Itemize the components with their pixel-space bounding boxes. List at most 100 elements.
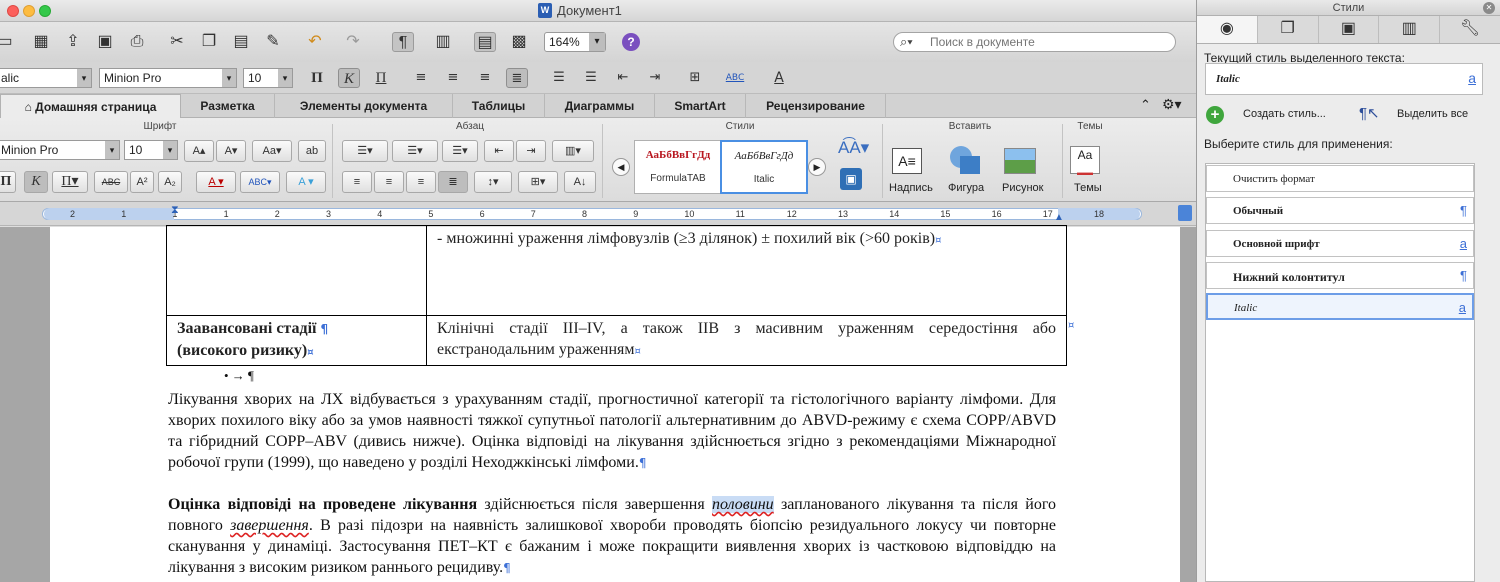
ribbon-bold-button[interactable]: П — [0, 171, 16, 193]
ribbon-justify-button[interactable]: ≣ — [438, 171, 468, 193]
font-color-icon[interactable]: A — [768, 68, 790, 88]
table-cell[interactable]: Заавансовані стадії ¶ (високого ризику)¤ — [166, 315, 427, 366]
insert-textbox-button[interactable]: Надпись — [889, 182, 933, 194]
right-indent-icon[interactable]: ▲ — [1054, 212, 1064, 223]
superscript-button[interactable]: A² — [130, 171, 154, 193]
shrink-font-button[interactable]: A▾ — [216, 140, 246, 162]
zoom-window-button[interactable] — [39, 5, 51, 17]
borders-icon[interactable]: ⊞ — [684, 68, 706, 88]
italic-button[interactable]: К — [338, 68, 360, 88]
strikethrough-button[interactable]: ABC — [94, 171, 128, 193]
sidebar-icon[interactable]: ▤ — [474, 32, 496, 52]
collapse-ribbon-icon[interactable]: ⌃ — [1140, 97, 1151, 113]
textbox-icon[interactable]: A≡ — [892, 148, 922, 174]
tab-home[interactable]: ⌂ Домашняя страница — [0, 94, 181, 119]
ribbon-bullets-button[interactable]: ☰▾ — [342, 140, 388, 162]
ribbon-font-combo[interactable]: Minion Pro ▾ — [0, 140, 120, 160]
tab-review[interactable]: Рецензирование — [746, 94, 886, 118]
grow-font-button[interactable]: A▴ — [184, 140, 214, 162]
style-gallery-italic[interactable]: АаБбВвГгДд Italic — [720, 140, 808, 194]
tab-media-icon[interactable]: ▣ — [1319, 16, 1380, 43]
ribbon-align-left-button[interactable]: ≡ — [342, 171, 372, 193]
media-browser-icon[interactable]: ▩ — [508, 32, 530, 52]
ribbon-size-combo[interactable]: 10 ▾ — [124, 140, 178, 160]
style-item-clear-format[interactable]: Очистить формат — [1206, 165, 1474, 192]
ribbon-indent-button[interactable]: ⇥ — [516, 140, 546, 162]
ribbon-outdent-button[interactable]: ⇤ — [484, 140, 514, 162]
style-item-default-font[interactable]: Основной шрифт a — [1206, 230, 1474, 257]
minimize-window-button[interactable] — [23, 5, 35, 17]
selected-word[interactable]: половини — [712, 496, 774, 513]
align-right-icon[interactable]: ≡ — [474, 68, 496, 88]
insert-shape-button[interactable]: Фигура — [948, 182, 984, 194]
gear-icon[interactable]: ⚙▾ — [1162, 96, 1182, 113]
underline-button[interactable]: П — [370, 68, 392, 88]
themes-button[interactable]: Темы — [1074, 182, 1102, 194]
align-left-icon[interactable]: ≡ — [410, 68, 432, 88]
paste-icon[interactable]: ▤ — [230, 32, 252, 52]
indent-marker-icon[interactable]: ⧗ — [171, 204, 179, 217]
search-input[interactable] — [930, 34, 1170, 50]
show-formatting-icon[interactable]: ¶ — [392, 32, 414, 52]
highlight-button[interactable]: ABC▾ — [240, 171, 280, 193]
tab-styles-icon[interactable]: ◉ — [1197, 16, 1258, 43]
view-layout-icon[interactable]: ▥ — [432, 32, 454, 52]
ribbon-underline-button[interactable]: П▾ — [52, 171, 88, 193]
style-combo[interactable]: alic ▾ — [0, 68, 92, 88]
tab-layout[interactable]: Разметка — [181, 94, 275, 118]
ribbon-columns-button[interactable]: ▥▾ — [552, 140, 594, 162]
open-icon[interactable]: ⇪ — [62, 32, 84, 52]
new-document-icon[interactable]: ▭ — [0, 32, 16, 52]
change-case-button[interactable]: Aa▾ — [252, 140, 292, 162]
save-icon[interactable]: ▣ — [94, 32, 116, 52]
table-cell[interactable]: Клінічні стадії III–IV, а також IIB з ма… — [426, 315, 1067, 366]
tab-tools-icon[interactable]: 🔧︎ — [1440, 16, 1500, 43]
print-icon[interactable]: ⎙ — [126, 32, 148, 52]
table-cell[interactable] — [166, 225, 427, 316]
help-icon[interactable]: ? — [622, 33, 640, 51]
picture-icon[interactable] — [1004, 148, 1036, 174]
ribbon-align-right-button[interactable]: ≡ — [406, 171, 436, 193]
ribbon-shading-button[interactable]: ⊞▾ — [518, 171, 558, 193]
ribbon-line-spacing-button[interactable]: ↕▾ — [474, 171, 512, 193]
table-cell[interactable]: - множинні ураження лімфовузлів (≥3 діля… — [426, 225, 1067, 316]
select-all-button[interactable]: Выделить все — [1397, 108, 1468, 120]
ribbon-italic-button[interactable]: К — [24, 171, 48, 193]
font-size-combo[interactable]: 10 ▾ — [243, 68, 293, 88]
style-item-italic[interactable]: Italic a — [1206, 293, 1474, 320]
horizontal-ruler[interactable]: 2 1 1 1 2 3 4 5 6 7 8 9 10 11 12 13 14 15 16 17 18 ⧗ ▲ — [0, 202, 1196, 226]
cut-icon[interactable]: ✂ — [166, 32, 188, 52]
ribbon-align-center-button[interactable]: ≡ — [374, 171, 404, 193]
create-style-button[interactable]: Создать стиль... — [1243, 108, 1326, 120]
templates-icon[interactable]: ▦ — [30, 32, 52, 52]
bullet-list-icon[interactable]: ☰ — [580, 68, 602, 88]
document-table[interactable]: - множинні ураження лімфовузлів (≥3 діля… — [166, 225, 1067, 366]
style-item-footer[interactable]: Нижний колонтитул ¶ — [1206, 262, 1474, 289]
font-combo[interactable]: Minion Pro ▾ — [99, 68, 237, 88]
plus-icon[interactable]: + — [1206, 106, 1224, 124]
zoom-select[interactable]: 164% — [544, 32, 606, 52]
tab-tables[interactable]: Таблицы — [453, 94, 545, 118]
styles-next-icon[interactable]: ▶ — [808, 158, 826, 176]
font-color-button[interactable]: A ▾ — [196, 171, 236, 193]
justify-icon[interactable]: ≣ — [506, 68, 528, 88]
numbered-list-icon[interactable]: ☰ — [548, 68, 570, 88]
tab-formatting-icon[interactable]: ❐ — [1258, 16, 1319, 43]
decrease-indent-icon[interactable]: ⇤ — [612, 68, 634, 88]
copy-icon[interactable]: ❐ — [198, 32, 220, 52]
tab-document-elements[interactable]: Элементы документа — [275, 94, 453, 118]
shape-icon[interactable] — [948, 146, 982, 176]
misspelled-word[interactable]: завершення — [230, 517, 309, 534]
select-all-icon[interactable]: ¶↖ — [1359, 104, 1380, 122]
increase-indent-icon[interactable]: ⇥ — [644, 68, 666, 88]
ruler-toggle-icon[interactable] — [1178, 205, 1192, 221]
text-effects-button[interactable]: A ▾ — [286, 171, 326, 193]
highlight-icon[interactable]: ABC — [724, 68, 746, 88]
format-painter-icon[interactable]: ✎ — [262, 32, 284, 52]
style-list[interactable]: Очистить формат Обычный ¶ Основной шрифт… — [1205, 163, 1475, 582]
subscript-button[interactable]: A₂ — [158, 171, 182, 193]
styles-prev-icon[interactable]: ◀ — [612, 158, 630, 176]
tab-smartart[interactable]: SmartArt — [655, 94, 746, 118]
style-gallery-formulatab[interactable]: АаБбВвГгДд FormulaTAB — [634, 140, 722, 194]
insert-picture-button[interactable]: Рисунок — [1002, 182, 1044, 194]
